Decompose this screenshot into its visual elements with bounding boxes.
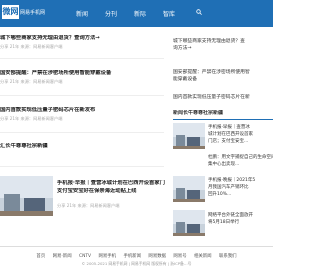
footer-links: 首页 网易·新闻 CNTV 网易手机 手机新闻 网易数据 网易号 相关新闻 联系… [0,253,273,259]
logo-mark: 微网 [2,5,19,19]
logo-text: 网易手机网 [20,10,46,16]
sidebar-section-title: 新闻长牛尊尊社宗新疆 [173,110,224,116]
news-meta: 分享 21年 来源：网易新闻客户端 [0,44,63,49]
news-title[interactable]: 国内首款实现低压量子密码芯片在新发布 [0,107,163,114]
sidebar-card-image[interactable] [173,176,205,202]
sidebar-line[interactable]: 询方法→ [173,45,273,52]
news-meta: 分享 21年 来源：网易新闻客户端 [0,79,63,84]
sidebar-card-line[interactable]: 网络平台外链全面放开 [208,212,273,219]
footer-link[interactable]: 首页 [36,254,45,259]
feature-title-line2[interactable]: 支付宝安宝好在保亲海近动贴上线 [57,188,165,195]
nav-item-3[interactable]: 新际 [134,9,146,18]
footer-link[interactable]: 网易手机 [98,254,116,259]
nav-item-2[interactable]: 分刊 [105,9,117,18]
sidebar-line[interactable]: 国内首款实现低压量子密码芯片在新 [173,94,273,101]
divider [0,95,164,96]
sidebar-card-line[interactable]: 手机报·早报｜查营冰 [208,124,273,131]
feature-title-line1[interactable]: 手机报·早报｜查营冰城计划在巴西开设首家门店； [57,180,165,187]
footer-link[interactable]: 相关新闻 [194,254,212,259]
sidebar-card-line[interactable]: 城计划在巴西开设首家 [208,131,273,138]
sidebar-card-image[interactable] [173,210,205,236]
sidebar-line[interactable]: 城下哪些商家支持无理由退货？查 [173,38,273,45]
sidebar-card-line[interactable]: 门店；支付宝安宝... [208,138,273,145]
site-logo[interactable]: 微网 网易手机网 [2,3,46,23]
sidebar-card-image[interactable] [173,123,205,149]
sidebar-line[interactable]: 能穿戴设备 [173,76,273,83]
sidebar-card-line[interactable]: 手机报·晚报｜2021年5 [208,177,273,184]
footer-link[interactable]: 网易号 [173,254,186,259]
divider [0,132,164,133]
sidebar-card-line[interactable]: 回升10%... [208,191,273,198]
divider [0,58,164,59]
footer-link[interactable]: 网易数据 [148,254,166,259]
feature-image[interactable] [0,176,53,216]
sidebar-card-line[interactable]: 集中心出卖现... [208,161,273,168]
sidebar-card-line[interactable]: 将5月18日举行 [208,219,273,226]
footer-copyright: © 2005-2021 网易手机网 | 网易手机网 版权所有 | 浙ICP备…号 [81,261,192,266]
news-meta: 分享 21年 来源：网易新闻客户端 [0,116,63,121]
news-title[interactable]: 汇长牛尊尊社宗新疆 [0,143,163,150]
section-divider [173,119,273,120]
footer-link[interactable]: 手机新闻 [123,254,141,259]
sidebar-card-line[interactable]: 月我国汽车产销环比 [208,184,273,191]
feature-meta: 分享 21年 来源：网易新闻客户端 [57,203,120,208]
news-title[interactable]: 国安部提醒：严禁在涉密场所使用智能穿戴设备 [0,70,163,77]
footer-link[interactable]: 联系我们 [219,254,237,259]
sidebar-line[interactable]: 国安部提醒：严禁在涉密场所使用智 [173,69,273,76]
sidebar-card-line[interactable]: 杜鹏：用文字捕捉自己的生命空间；清 [208,154,273,161]
header-bar: 微网 网易手机网 新闻 分刊 新际 智库 [0,0,273,27]
news-title[interactable]: 城下哪些商家支持无理由退货？查询方法→ [0,35,163,42]
divider [0,166,164,167]
footer-link[interactable]: CNTV [79,254,91,259]
footer-link[interactable]: 网易·新闻 [53,254,72,259]
nav-item-4[interactable]: 智库 [163,9,175,18]
nav-item-news[interactable]: 新闻 [76,9,88,18]
footer-divider [0,246,273,247]
search-icon[interactable] [196,9,202,15]
